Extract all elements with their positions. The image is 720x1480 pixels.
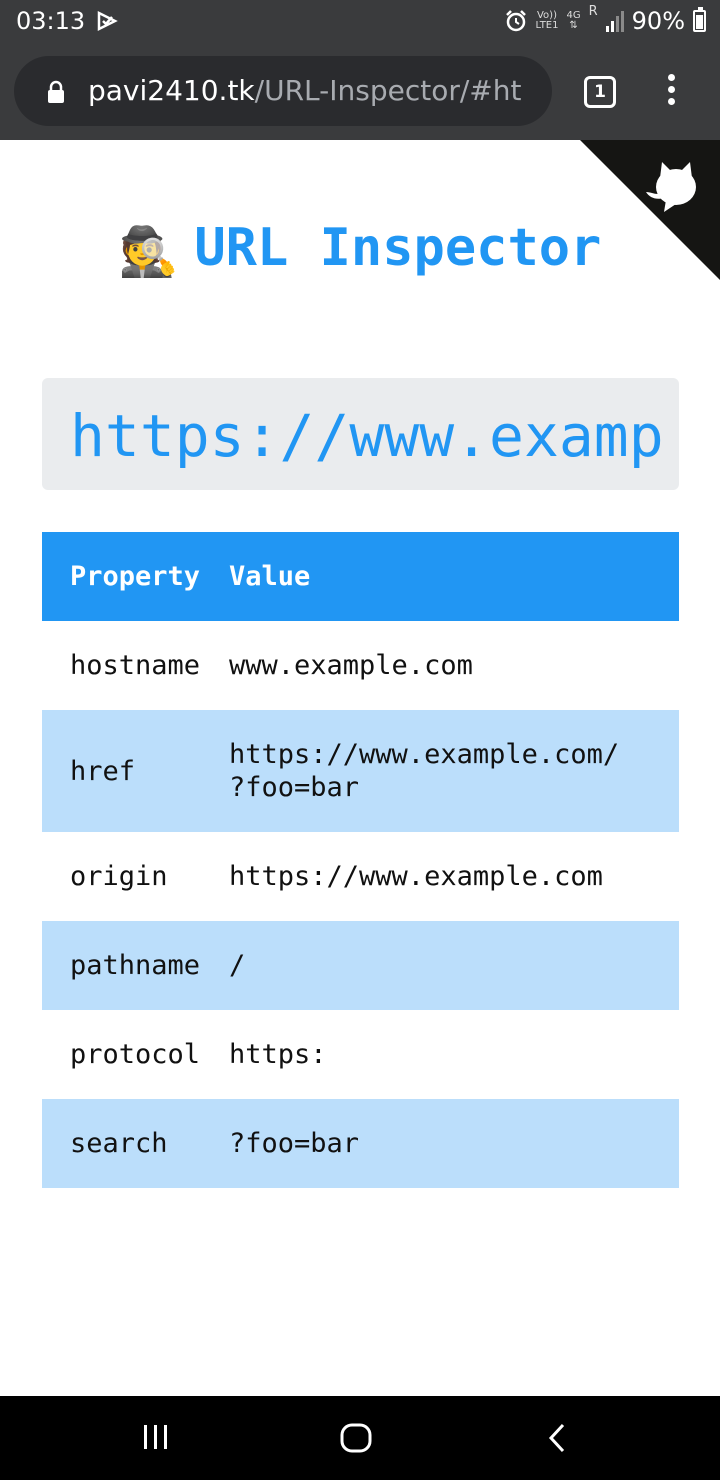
value-line: ?foo=bar: [229, 772, 360, 803]
address-text: pavi2410.tk/URL-Inspector/#ht: [88, 74, 521, 107]
table-row: search ?foo=bar: [42, 1099, 679, 1188]
property-cell: search: [70, 1128, 168, 1159]
value-cell: https://www.example.com/?foo=bar: [229, 710, 679, 832]
roaming-indicator: R: [588, 4, 598, 19]
property-cell: protocol: [70, 1039, 201, 1070]
table-row: hostname www.example.com: [42, 621, 679, 710]
property-cell: origin: [70, 861, 168, 892]
properties-table: Property Value hostname www.example.com …: [42, 532, 679, 1188]
signal-icon: [605, 11, 624, 32]
table-row: origin https://www.example.com: [42, 832, 679, 921]
address-bar[interactable]: pavi2410.tk/URL-Inspector/#ht: [14, 56, 552, 126]
tab-switcher-button[interactable]: 1: [584, 76, 616, 108]
value-cell: https://www.example.com: [229, 861, 603, 892]
page-title-text: URL Inspector: [194, 218, 602, 278]
home-icon[interactable]: [340, 1422, 372, 1454]
table-header-row: Property Value: [42, 532, 679, 621]
system-navigation-bar: [0, 1396, 720, 1480]
back-icon[interactable]: [546, 1422, 568, 1454]
page-content: 🕵 URL Inspector https://www.examp Propert…: [0, 140, 720, 1396]
table-row: protocol https:: [42, 1010, 679, 1099]
status-time: 03:13: [16, 7, 86, 35]
battery-percent: 90%: [631, 7, 685, 35]
value-cell: www.example.com: [229, 650, 473, 681]
table-row: pathname /: [42, 921, 679, 1010]
network-indicator: 4G ⇅: [566, 10, 581, 31]
table-row: href https://www.example.com/?foo=bar: [42, 710, 679, 832]
more-menu-icon[interactable]: [660, 74, 682, 110]
page-title: 🕵 URL Inspector: [0, 218, 720, 280]
url-value: https://www.examp: [70, 402, 664, 470]
battery-icon: [693, 7, 706, 32]
recent-apps-icon[interactable]: [142, 1422, 170, 1452]
value-cell: /: [229, 950, 246, 981]
volte-indicator: Vo)) LTE1: [535, 10, 559, 31]
value-cell: ?foo=bar: [229, 1128, 360, 1159]
status-bar: 03:13 Vo)) LTE1 4G ⇅ R 90%: [0, 0, 720, 44]
status-indicators: Vo)) LTE1 4G ⇅ R 90%: [504, 4, 706, 35]
lock-icon: [48, 80, 64, 103]
value-cell: https:: [229, 1039, 327, 1070]
property-cell: hostname: [70, 650, 201, 681]
alarm-icon: [505, 10, 526, 32]
url-host: pavi2410.tk: [88, 74, 255, 107]
column-header-value: Value: [229, 561, 311, 592]
column-header-property: Property: [70, 561, 201, 592]
download-check-icon: [97, 10, 118, 32]
browser-toolbar: pavi2410.tk/URL-Inspector/#ht 1: [0, 44, 720, 140]
property-cell: pathname: [70, 950, 201, 981]
url-input-display[interactable]: https://www.examp: [42, 378, 679, 490]
value-line: https://www.example.com/: [229, 739, 620, 770]
tab-count: 1: [594, 82, 606, 102]
detective-icon: 🕵: [118, 223, 179, 280]
url-path: /URL-Inspector/#ht: [254, 74, 522, 107]
property-cell: href: [70, 755, 136, 787]
